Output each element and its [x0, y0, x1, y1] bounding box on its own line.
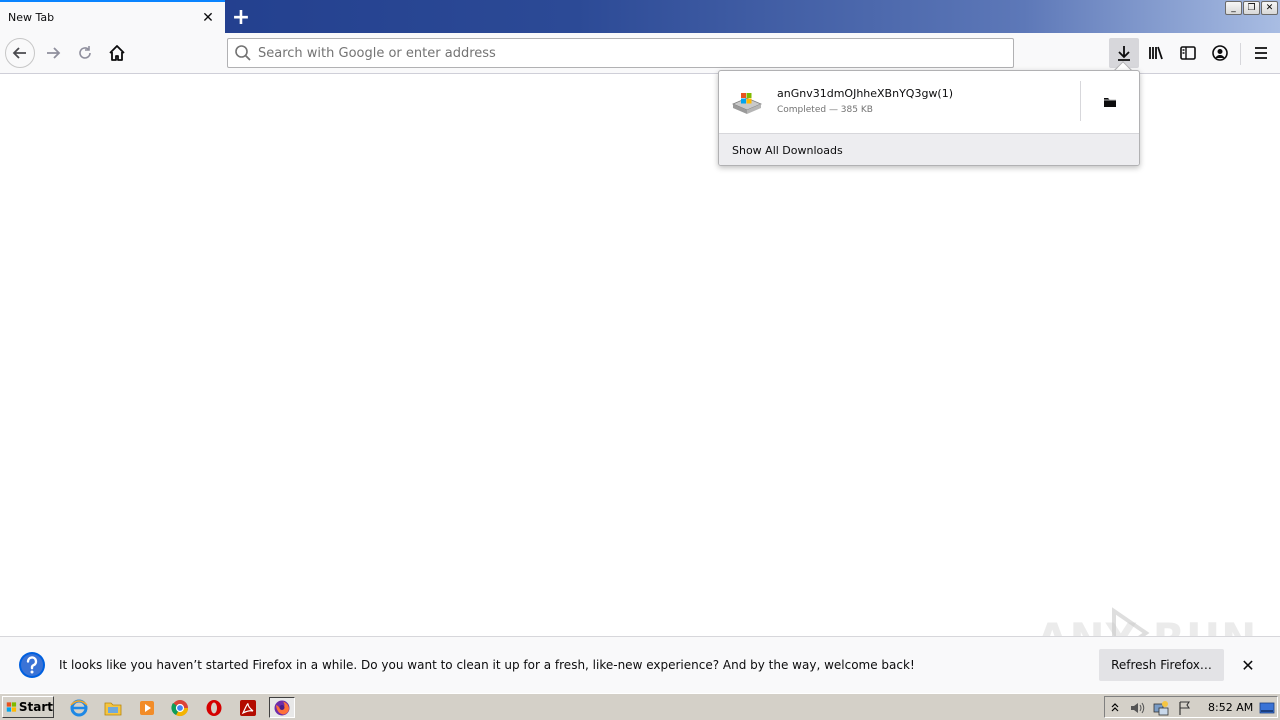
tab-new-tab[interactable]: New Tab ✕: [0, 0, 225, 33]
back-icon: [12, 47, 26, 59]
folder-icon: [1104, 98, 1116, 107]
windows-logo-icon: [6, 702, 17, 712]
new-tab-button[interactable]: +: [228, 4, 254, 30]
taskbar-firefox[interactable]: [269, 697, 295, 718]
action-center-flag-icon[interactable]: [1177, 700, 1193, 716]
show-in-folder-button[interactable]: [1095, 87, 1125, 117]
account-icon: [1212, 45, 1228, 61]
toolbar-divider: [1240, 43, 1241, 65]
taskbar-explorer[interactable]: [100, 697, 126, 718]
refresh-notification-bar: It looks like you haven’t started Firefo…: [0, 636, 1280, 693]
explorer-icon: [104, 702, 122, 715]
show-all-downloads-button[interactable]: Show All Downloads: [719, 133, 1139, 165]
tray-expand-icon[interactable]: [1111, 702, 1119, 712]
download-filename: anGnv31dmOJhheXBnYQ3gw(1): [777, 87, 954, 100]
taskbar-ie[interactable]: [66, 697, 92, 718]
ie-icon: [70, 699, 88, 716]
taskbar-clock[interactable]: 8:52 AM: [1208, 701, 1253, 714]
account-button[interactable]: [1205, 38, 1235, 68]
window-controls: _ ❐ ✕: [1225, 1, 1278, 15]
library-button[interactable]: [1141, 38, 1171, 68]
show-all-downloads-label: Show All Downloads: [732, 143, 843, 157]
taskbar: Start 8:52 AM: [0, 693, 1280, 720]
help-question-icon: [19, 652, 45, 678]
taskbar-acrobat[interactable]: [235, 697, 261, 718]
sidebar-button[interactable]: [1173, 38, 1203, 68]
library-icon: [1149, 46, 1163, 60]
taskbar-chrome[interactable]: [167, 697, 193, 718]
minimize-button[interactable]: _: [1225, 1, 1242, 15]
forward-button[interactable]: [38, 38, 68, 68]
refresh-firefox-button[interactable]: Refresh Firefox…: [1099, 649, 1224, 681]
show-desktop-icon[interactable]: [1259, 700, 1275, 716]
installer-file-icon: [731, 93, 763, 114]
network-icon[interactable]: [1153, 700, 1169, 716]
start-button[interactable]: Start: [2, 696, 54, 718]
taskbar-opera[interactable]: [201, 697, 227, 718]
screen: New Tab ✕ + _ ❐ ✕ Search with Google or …: [0, 0, 1280, 720]
tab-strip: New Tab ✕ + _ ❐ ✕: [0, 0, 1280, 33]
download-item[interactable]: anGnv31dmOJhheXBnYQ3gw(1) Completed — 38…: [719, 71, 1139, 133]
notification-message: It looks like you haven’t started Firefo…: [59, 658, 915, 672]
taskbar-media-player[interactable]: [134, 697, 160, 718]
reload-button[interactable]: [70, 38, 100, 68]
start-label: Start: [18, 700, 53, 714]
download-status: Completed — 385 KB: [777, 105, 873, 115]
opera-icon: [206, 699, 222, 716]
downloads-panel: anGnv31dmOJhheXBnYQ3gw(1) Completed — 38…: [718, 70, 1140, 166]
search-icon: [235, 45, 251, 61]
tab-title: New Tab: [8, 11, 55, 24]
forward-icon: [47, 47, 61, 59]
tab-close-icon[interactable]: ✕: [199, 9, 217, 27]
restore-button[interactable]: ❐: [1243, 1, 1260, 15]
sidebar-icon: [1180, 46, 1196, 60]
nav-bar: [0, 33, 1280, 74]
notification-close-icon[interactable]: ✕: [1238, 655, 1258, 675]
back-button[interactable]: [5, 38, 35, 68]
chrome-icon: [171, 699, 189, 716]
volume-icon[interactable]: [1129, 700, 1145, 716]
firefox-icon: [274, 700, 290, 715]
window-close-button[interactable]: ✕: [1261, 1, 1278, 15]
menu-icon: [1255, 47, 1267, 59]
acrobat-icon: [240, 699, 256, 716]
download-icon: [1118, 46, 1130, 61]
reload-icon: [79, 46, 91, 59]
search-input[interactable]: [258, 45, 998, 61]
home-icon: [109, 45, 125, 61]
address-bar[interactable]: [227, 38, 1014, 68]
download-item-divider: [1080, 81, 1081, 121]
media-player-icon: [140, 700, 154, 715]
menu-button[interactable]: [1246, 38, 1276, 68]
home-button[interactable]: [102, 38, 132, 68]
